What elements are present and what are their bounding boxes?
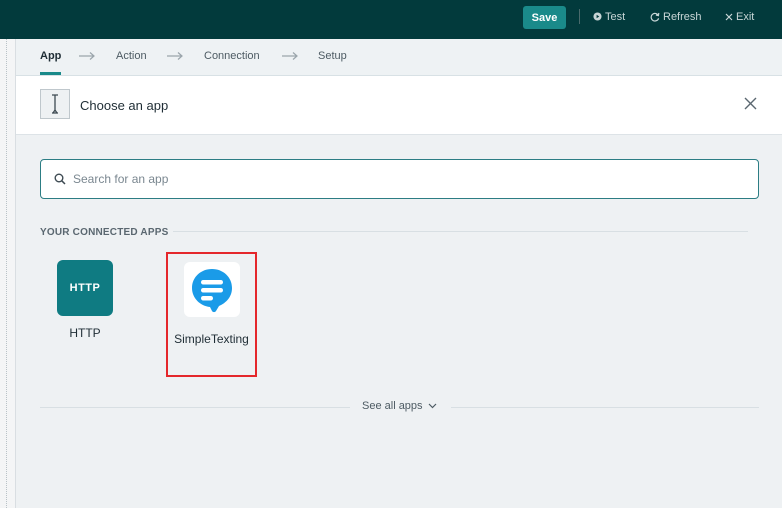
rail-dots bbox=[6, 39, 8, 508]
section-divider bbox=[173, 231, 748, 232]
panel-header: Choose an app bbox=[16, 76, 782, 135]
step-setup[interactable]: Setup bbox=[318, 50, 347, 62]
step-app[interactable]: App bbox=[40, 50, 61, 62]
test-button[interactable]: Test bbox=[593, 9, 625, 24]
chat-bubble-icon bbox=[184, 262, 240, 317]
section-title: YOUR CONNECTED APPS bbox=[40, 227, 169, 238]
http-logo: HTTP bbox=[57, 260, 113, 316]
app-tile-simpletexting[interactable]: SimpleTexting bbox=[166, 252, 257, 377]
play-icon bbox=[593, 12, 602, 21]
search-icon bbox=[54, 173, 66, 185]
step-breadcrumb: App Action Connection Setup bbox=[16, 39, 782, 76]
arrow-right-icon bbox=[282, 52, 298, 60]
see-all-apps-link[interactable]: See all apps bbox=[362, 400, 437, 412]
close-icon bbox=[725, 13, 733, 20]
app-tile-label: HTTP bbox=[69, 326, 101, 340]
refresh-button[interactable]: Refresh bbox=[650, 9, 702, 24]
divider-right bbox=[451, 407, 759, 408]
arrow-right-icon bbox=[79, 52, 95, 60]
toolbar-divider bbox=[579, 9, 580, 24]
chevron-down-icon bbox=[428, 403, 436, 409]
exit-label: Exit bbox=[736, 10, 755, 23]
app-tile-http[interactable]: HTTP HTTP bbox=[40, 255, 130, 355]
save-button[interactable]: Save bbox=[523, 6, 566, 29]
close-icon[interactable] bbox=[744, 97, 757, 110]
divider-left bbox=[40, 407, 350, 408]
app-tile-label: SimpleTexting bbox=[174, 332, 249, 346]
page-title: Choose an app bbox=[80, 98, 169, 113]
cursor-icon bbox=[40, 89, 70, 119]
step-action[interactable]: Action bbox=[116, 50, 147, 62]
see-all-label: See all apps bbox=[362, 400, 423, 412]
arrow-right-icon bbox=[167, 52, 183, 60]
top-bar: Save Test Refresh Exit bbox=[0, 0, 782, 39]
search-input[interactable] bbox=[73, 160, 743, 198]
left-rail bbox=[0, 39, 16, 508]
test-label: Test bbox=[605, 10, 626, 23]
active-step-indicator bbox=[40, 72, 61, 75]
step-connection[interactable]: Connection bbox=[204, 50, 260, 62]
search-box bbox=[40, 159, 759, 199]
exit-button[interactable]: Exit bbox=[725, 9, 754, 24]
refresh-label: Refresh bbox=[663, 10, 702, 23]
refresh-icon bbox=[650, 12, 660, 22]
